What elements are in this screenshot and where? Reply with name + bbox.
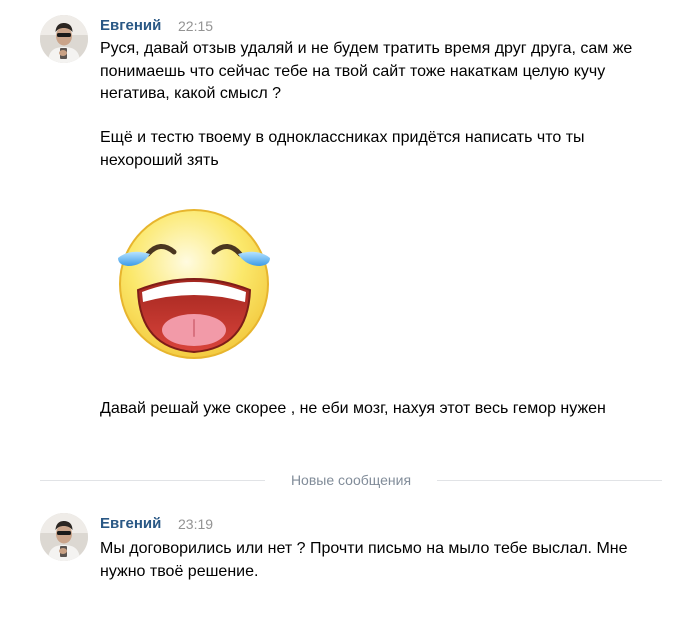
avatar[interactable] xyxy=(40,15,88,63)
new-messages-label: Новые сообщения xyxy=(290,472,412,488)
author-name[interactable]: Евгений xyxy=(100,16,161,36)
message-text: Давай решай уже скорее , не еби мозг, на… xyxy=(100,400,606,417)
avatar[interactable] xyxy=(40,513,88,561)
message-time[interactable]: 23:19 xyxy=(178,514,213,534)
author-name[interactable]: Евгений xyxy=(100,514,161,534)
new-messages-divider: Новые сообщения xyxy=(40,470,662,490)
message-time[interactable]: 22:15 xyxy=(178,16,213,36)
laughing-sticker-icon xyxy=(108,198,280,370)
message-text: Мы договорились или нет ? Прочти письмо … xyxy=(100,540,628,580)
message-text: Ещё и тестю твоему в одноклассниках прид… xyxy=(100,129,585,169)
message-text: Руся, давай отзыв удаляй и не будем трат… xyxy=(100,40,633,102)
